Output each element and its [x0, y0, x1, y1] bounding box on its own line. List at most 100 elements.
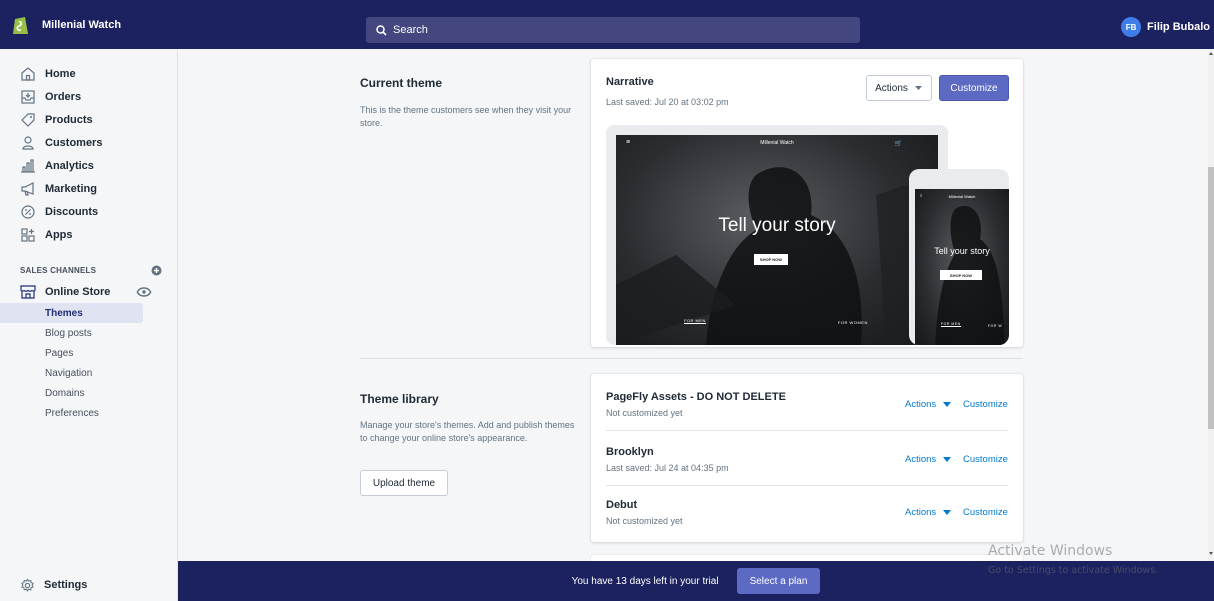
- sidebar-item-products[interactable]: Products: [0, 108, 177, 131]
- sidebar-sub-themes[interactable]: Themes: [0, 303, 143, 323]
- avatar: FB: [1121, 17, 1142, 37]
- sidebar-item-customers[interactable]: Customers: [0, 131, 177, 154]
- theme-actions-button[interactable]: Actions: [905, 507, 951, 518]
- trial-text: You have 13 days left in your trial: [571, 575, 719, 587]
- sidebar-sub-pages[interactable]: Pages: [0, 343, 177, 363]
- cart-icon: 🛒: [894, 141, 902, 147]
- theme-name: PageFly Assets - DO NOT DELETE: [606, 391, 786, 403]
- sidebar-item-orders[interactable]: Orders: [0, 85, 177, 108]
- current-theme-name: Narrative: [606, 76, 654, 88]
- page-scrollbar[interactable]: [1208, 49, 1214, 561]
- scroll-down-icon[interactable]: [1209, 552, 1213, 555]
- preview-for-men: FOR MEN: [684, 318, 706, 324]
- section-divider: [360, 358, 1023, 359]
- theme-actions-button[interactable]: Actions: [905, 399, 951, 410]
- theme-actions-label: Actions: [905, 507, 937, 518]
- sidebar: Home Orders Products Customers Analytics…: [0, 49, 178, 601]
- sidebar-item-apps[interactable]: Apps: [0, 223, 177, 246]
- sidebar-item-home[interactable]: Home: [0, 62, 177, 85]
- theme-library-description: Manage your store's themes. Add and publ…: [360, 420, 575, 443]
- person-icon: [22, 135, 34, 150]
- main-content: Current theme This is the theme customer…: [178, 49, 1208, 565]
- sidebar-item-label: Products: [45, 113, 93, 126]
- sidebar-item-label: Discounts: [45, 205, 99, 218]
- sidebar-item-analytics[interactable]: Analytics: [0, 154, 177, 177]
- mobile-preview[interactable]: ≡ Millenial Watch Tell your story SHOP N…: [909, 169, 1009, 345]
- sidebar-item-label: Customers: [45, 136, 103, 149]
- hero-figure-image: [616, 167, 938, 345]
- preview-shop-now: SHOP NOW: [754, 254, 788, 265]
- sidebar-nav: Home Orders Products Customers Analytics…: [0, 49, 177, 423]
- tag-icon: [21, 112, 35, 127]
- megaphone-icon: [21, 181, 34, 196]
- theme-customize-link[interactable]: Customize: [963, 454, 1008, 465]
- select-plan-button[interactable]: Select a plan: [736, 568, 821, 594]
- desktop-preview-screen: ≡ Millenial Watch 🛒 Tell your story SHOP…: [616, 135, 938, 345]
- caret-down-icon: [942, 510, 951, 515]
- current-theme-description: This is the theme customers see when the…: [360, 105, 572, 128]
- caret-down-icon: [942, 457, 951, 462]
- sidebar-item-settings[interactable]: Settings: [0, 569, 87, 601]
- sidebar-item-marketing[interactable]: Marketing: [0, 177, 177, 200]
- theme-meta: Not customized yet: [606, 516, 683, 526]
- caret-down-icon: [914, 86, 922, 90]
- add-channel-icon[interactable]: [151, 265, 162, 276]
- mobile-preview-store-name: Millenial Watch: [948, 194, 976, 199]
- scrollbar-thumb[interactable]: [1208, 167, 1214, 429]
- sidebar-sub-domains[interactable]: Domains: [0, 383, 177, 403]
- activate-windows-subtitle: Go to Settings to activate Windows.: [988, 565, 1159, 576]
- upload-theme-button[interactable]: Upload theme: [360, 470, 448, 496]
- user-menu[interactable]: FB Filip Bubalo: [1121, 17, 1210, 37]
- sidebar-item-label: Apps: [45, 228, 73, 241]
- sidebar-sub-preferences[interactable]: Preferences: [0, 403, 177, 423]
- theme-row: Debut Not customized yet Actions Customi…: [606, 487, 1008, 541]
- theme-customize-link[interactable]: Customize: [963, 507, 1008, 518]
- sidebar-item-discounts[interactable]: Discounts: [0, 200, 177, 223]
- sidebar-item-label: Orders: [45, 90, 82, 103]
- preview-for-women: FOR WOMEN: [838, 320, 868, 325]
- current-theme-heading: Current theme: [360, 76, 443, 90]
- user-name: Filip Bubalo: [1147, 21, 1210, 33]
- hero-figure-image-mobile: [935, 205, 1005, 345]
- store-switcher[interactable]: Millenial Watch: [0, 14, 360, 36]
- actions-button[interactable]: Actions: [866, 75, 932, 101]
- customize-button[interactable]: Customize: [939, 75, 1009, 101]
- search-input[interactable]: Search: [366, 17, 860, 43]
- orders-icon: [21, 89, 35, 104]
- theme-meta: Last saved: Jul 24 at 04:35 pm: [606, 463, 729, 473]
- bar-chart-icon: [21, 158, 35, 173]
- sidebar-item-label: Home: [45, 67, 76, 80]
- mobile-preview-shop-now: SHOP NOW: [940, 270, 982, 280]
- theme-name: Debut: [606, 499, 638, 511]
- theme-row: Brooklyn Last saved: Jul 24 at 04:35 pm …: [606, 432, 1008, 486]
- sales-channels-label: SALES CHANNELS: [20, 265, 97, 275]
- search-placeholder: Search: [393, 24, 428, 36]
- eye-icon[interactable]: [136, 284, 152, 300]
- sidebar-item-online-store[interactable]: Online Store: [0, 280, 177, 303]
- sidebar-sub-blog-posts[interactable]: Blog posts: [0, 323, 177, 343]
- discount-icon: [21, 204, 35, 219]
- sidebar-item-label: Marketing: [45, 182, 97, 195]
- theme-customize-link[interactable]: Customize: [963, 399, 1008, 410]
- activate-windows-title: Activate Windows: [988, 543, 1113, 559]
- sales-channels-header: SALES CHANNELS: [0, 260, 177, 280]
- preview-store-name: Millenial Watch: [760, 140, 794, 146]
- theme-actions-button[interactable]: Actions: [905, 454, 951, 465]
- desktop-preview[interactable]: ≡ Millenial Watch 🛒 Tell your story SHOP…: [606, 125, 948, 345]
- gear-icon: [21, 578, 34, 592]
- mobile-preview-headline: Tell your story: [934, 246, 990, 256]
- scroll-up-icon[interactable]: [1209, 52, 1213, 55]
- mobile-preview-screen: ≡ Millenial Watch Tell your story SHOP N…: [915, 189, 1009, 345]
- store-name: Millenial Watch: [42, 18, 122, 31]
- settings-label: Settings: [44, 579, 88, 591]
- current-theme-saved: Last saved: Jul 20 at 03:02 pm: [606, 97, 729, 107]
- sidebar-sub-navigation[interactable]: Navigation: [0, 363, 177, 383]
- theme-row: PageFly Assets - DO NOT DELETE Not custo…: [606, 377, 1008, 431]
- online-store-label-wrap: Online Store: [20, 284, 110, 300]
- shopify-logo-icon: [13, 16, 28, 34]
- sidebar-item-label: Online Store: [45, 285, 111, 298]
- caret-down-icon: [942, 402, 951, 407]
- mobile-preview-for-w: FOR W: [988, 324, 1003, 328]
- actions-label: Actions: [875, 82, 908, 94]
- theme-library-card: PageFly Assets - DO NOT DELETE Not custo…: [591, 374, 1023, 542]
